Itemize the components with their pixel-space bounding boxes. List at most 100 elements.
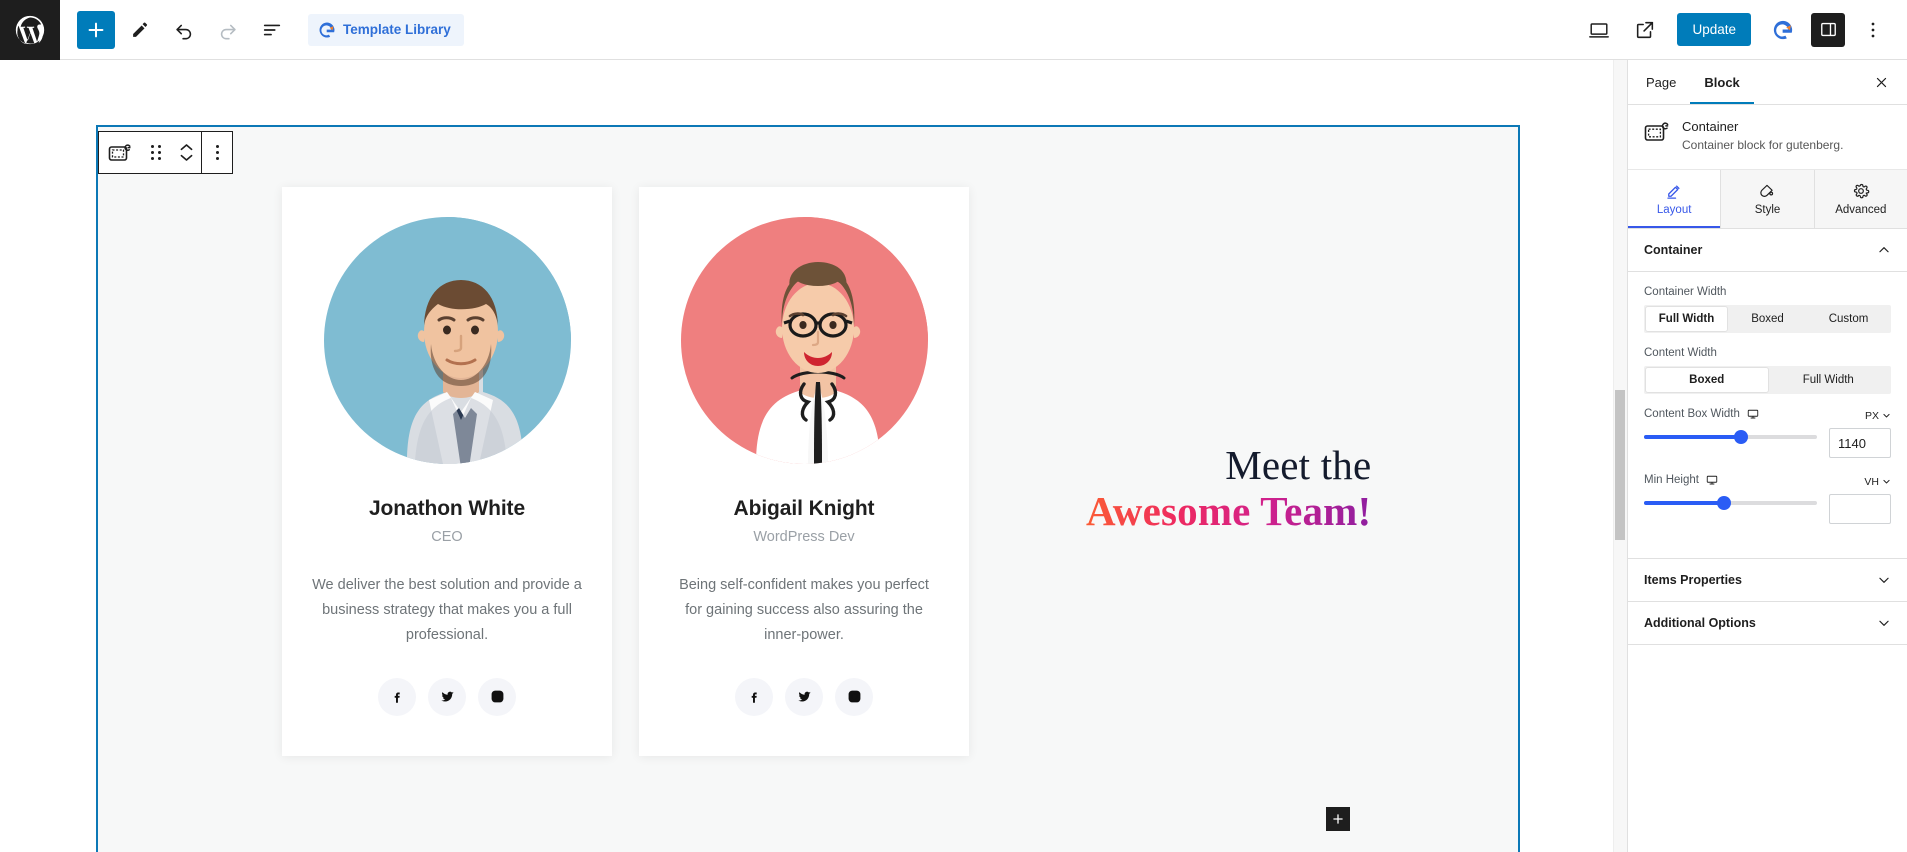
block-title: Container <box>1682 119 1739 134</box>
container-width-option-custom[interactable]: Custom <box>1808 307 1889 331</box>
slider-knob[interactable] <box>1716 496 1731 511</box>
avatar <box>680 217 928 464</box>
gear-icon <box>1853 184 1870 199</box>
container-width-option-boxed[interactable]: Boxed <box>1727 307 1808 331</box>
content-width-label: Content Width <box>1644 347 1717 360</box>
view-post-button[interactable] <box>1626 11 1664 49</box>
pencil-icon <box>1667 185 1680 199</box>
member-photo <box>704 232 904 464</box>
top-bar-right-tools: Update <box>1577 11 1907 49</box>
tab-page[interactable]: Page <box>1632 60 1690 104</box>
tab-layout[interactable]: Layout <box>1628 170 1722 229</box>
member-bio: We deliver the best solution and provide… <box>312 577 582 643</box>
inline-add-block-button[interactable] <box>1326 807 1350 831</box>
selected-container-block[interactable]: Jonathon White CEO We deliver the best s… <box>96 125 1520 852</box>
panel-header-items-properties[interactable]: Items Properties <box>1628 559 1907 603</box>
undo-button[interactable] <box>165 11 203 49</box>
container-block-icon[interactable] <box>99 132 141 173</box>
update-button[interactable]: Update <box>1677 13 1751 46</box>
facebook-icon[interactable] <box>378 677 416 716</box>
canvas-scrollbar[interactable] <box>1613 60 1627 852</box>
template-library-button[interactable]: Template Library <box>308 13 464 46</box>
drag-dots-icon[interactable] <box>141 132 171 173</box>
team-member-card[interactable]: Abigail Knight WordPress Dev Being self-… <box>639 187 969 756</box>
chevron-down-icon <box>1883 480 1890 484</box>
sidebar-mode-tabs: Layout Style Advanced <box>1628 170 1907 230</box>
min-height-input[interactable] <box>1829 494 1891 525</box>
min-height-slider[interactable] <box>1644 495 1817 511</box>
chevron-up-icon <box>1879 247 1889 253</box>
settings-sidebar-toggle-button[interactable] <box>1811 12 1845 47</box>
top-bar-left-tools: Template Library <box>60 10 464 49</box>
content-width-segmented-control: Boxed Full Width <box>1644 366 1891 395</box>
panel-header-container[interactable]: Container <box>1628 229 1907 273</box>
instagram-icon[interactable] <box>478 677 516 716</box>
paint-drop-icon <box>1760 184 1774 198</box>
editor-workspace: Jonathon White CEO We deliver the best s… <box>0 60 1907 852</box>
tab-advanced[interactable]: Advanced <box>1814 170 1907 229</box>
panel-header-additional-options[interactable]: Additional Options <box>1628 602 1907 646</box>
tab-style[interactable]: Style <box>1721 170 1815 229</box>
chevron-up-icon <box>180 144 192 151</box>
redo-button[interactable] <box>209 11 247 49</box>
twitter-icon[interactable] <box>428 677 466 716</box>
content-width-option-full[interactable]: Full Width <box>1768 368 1890 392</box>
canvas-scrollbar-thumb[interactable] <box>1615 390 1625 540</box>
min-height-unit-select[interactable]: VH <box>1829 474 1891 489</box>
container-panel-body: Container Width Full Width Boxed Custom … <box>1628 272 1907 560</box>
chevron-down-icon <box>180 154 192 161</box>
container-block-icon <box>1644 121 1670 148</box>
min-height-control: Min Height VH <box>1644 474 1891 525</box>
content-box-width-input[interactable] <box>1829 428 1891 459</box>
more-options-button[interactable] <box>1854 11 1892 49</box>
wordpress-logo-icon[interactable] <box>0 0 60 60</box>
tab-block[interactable]: Block <box>1690 60 1753 104</box>
panel-label: Container <box>1644 243 1703 258</box>
sidebar-tablist: Page Block <box>1628 60 1907 105</box>
instagram-icon[interactable] <box>835 677 873 716</box>
min-height-label-row: Min Height <box>1644 474 1817 486</box>
slider-knob[interactable] <box>1733 430 1748 445</box>
container-width-option-full[interactable]: Full Width <box>1646 307 1727 332</box>
member-photo <box>347 232 547 464</box>
slider-fill <box>1644 501 1724 506</box>
move-block-controls[interactable] <box>171 132 201 173</box>
team-member-card[interactable]: Jonathon White CEO We deliver the best s… <box>282 187 612 756</box>
team-heading-block[interactable]: Meet the Awesome Team! <box>1086 442 1372 535</box>
twitter-icon[interactable] <box>785 677 823 716</box>
team-row: Jonathon White CEO We deliver the best s… <box>138 187 1478 756</box>
min-height-label: Min Height <box>1644 474 1699 487</box>
content-width-option-boxed[interactable]: Boxed <box>1646 368 1768 393</box>
member-name: Abigail Knight <box>733 497 875 520</box>
block-toolbar <box>98 131 233 174</box>
close-icon[interactable] <box>1867 68 1895 96</box>
container-width-segmented-control: Full Width Boxed Custom <box>1644 305 1891 334</box>
content-box-width-slider[interactable] <box>1644 429 1817 445</box>
content-box-width-unit: PX <box>1864 409 1879 422</box>
container-content: Jonathon White CEO We deliver the best s… <box>98 127 1518 852</box>
chevron-down-icon <box>1883 414 1890 418</box>
block-more-options-button[interactable] <box>202 132 232 173</box>
facebook-icon[interactable] <box>735 677 773 716</box>
content-box-width-unit-select[interactable]: PX <box>1829 408 1891 423</box>
avatar <box>323 217 571 464</box>
chevron-down-icon <box>1879 620 1889 627</box>
panel-label: Items Properties <box>1644 573 1742 588</box>
desktop-icon[interactable] <box>1747 408 1759 420</box>
member-name: Jonathon White <box>368 497 526 520</box>
heading-line-2: Awesome Team! <box>1086 487 1372 534</box>
edit-tool-button[interactable] <box>121 11 159 49</box>
content-box-width-label-row: Content Box Width <box>1644 408 1817 420</box>
panel-label: Additional Options <box>1644 616 1756 631</box>
editor-canvas[interactable]: Jonathon White CEO We deliver the best s… <box>0 60 1627 852</box>
content-box-width-label: Content Box Width <box>1644 408 1740 421</box>
gutenkit-logo-icon[interactable] <box>1764 11 1802 49</box>
add-block-button[interactable] <box>77 10 115 49</box>
settings-sidebar: Page Block Container Container block for… <box>1627 60 1907 852</box>
desktop-icon[interactable] <box>1706 474 1718 486</box>
template-library-label: Template Library <box>343 22 451 37</box>
min-height-unit: VH <box>1864 475 1879 488</box>
document-overview-button[interactable] <box>253 11 291 49</box>
block-description: Container block for gutenberg. <box>1682 138 1844 152</box>
view-device-button[interactable] <box>1580 11 1618 49</box>
